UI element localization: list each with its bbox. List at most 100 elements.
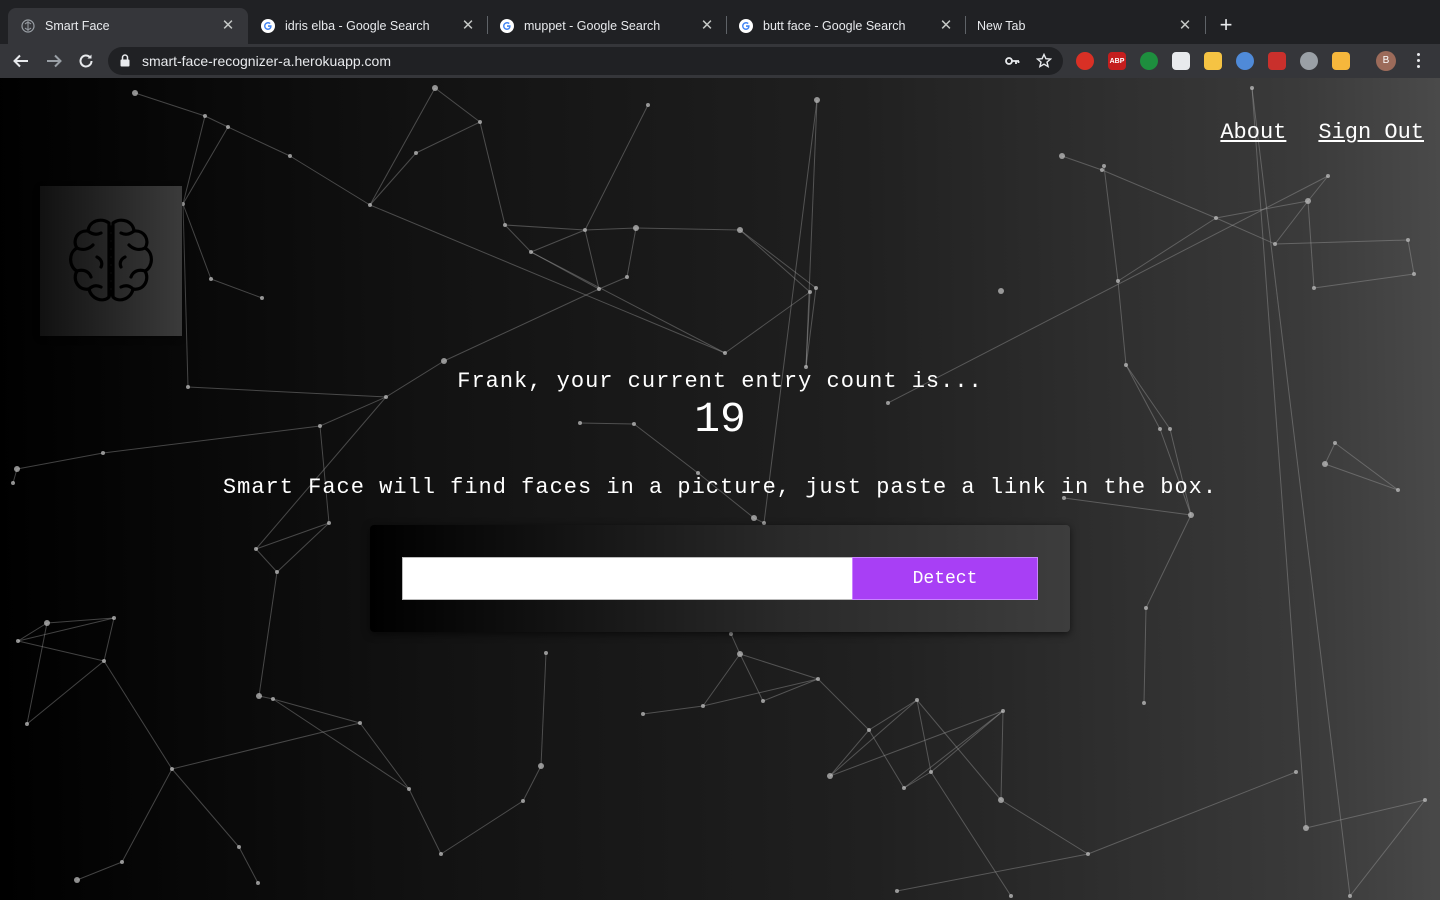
network-edge bbox=[182, 126, 229, 205]
network-node bbox=[209, 277, 213, 281]
network-node bbox=[521, 799, 525, 803]
network-edge bbox=[1101, 169, 1217, 219]
network-edge bbox=[369, 152, 417, 206]
stack-extension-icon[interactable] bbox=[1204, 52, 1222, 70]
tab-butt-face[interactable]: butt face - Google Search ✕ bbox=[726, 8, 966, 44]
network-edge bbox=[1143, 607, 1147, 704]
network-edge bbox=[76, 861, 123, 881]
bookmark-star-icon[interactable] bbox=[1035, 52, 1053, 70]
network-edge bbox=[272, 698, 361, 724]
key-icon[interactable] bbox=[1003, 52, 1021, 70]
network-edge bbox=[626, 227, 637, 278]
close-tab-icon[interactable]: ✕ bbox=[460, 18, 476, 34]
network-edge bbox=[182, 203, 189, 388]
network-node bbox=[358, 721, 362, 725]
network-node bbox=[729, 632, 733, 636]
network-edge bbox=[584, 227, 637, 231]
network-edge bbox=[642, 705, 704, 715]
network-edge bbox=[1000, 710, 1004, 801]
tab-idris-elba[interactable]: idris elba - Google Search ✕ bbox=[248, 8, 488, 44]
network-node bbox=[1423, 798, 1427, 802]
reload-icon bbox=[79, 54, 93, 68]
brain-logo[interactable] bbox=[40, 186, 182, 336]
network-node bbox=[368, 203, 372, 207]
smart-face-favicon bbox=[20, 18, 36, 34]
network-edge bbox=[730, 633, 741, 655]
forward-arrow-icon bbox=[47, 54, 62, 68]
network-node bbox=[1406, 238, 1410, 242]
instruction-text: Smart Face will find faces in a picture,… bbox=[222, 475, 1218, 500]
network-edge bbox=[739, 653, 764, 702]
forward-button[interactable] bbox=[42, 49, 66, 73]
network-node bbox=[132, 90, 138, 96]
about-link[interactable]: About bbox=[1220, 120, 1286, 145]
back-button[interactable] bbox=[9, 49, 33, 73]
profile-avatar[interactable]: B bbox=[1376, 51, 1396, 71]
tab-title: idris elba - Google Search bbox=[285, 19, 430, 33]
tab-muppet[interactable]: muppet - Google Search ✕ bbox=[487, 8, 727, 44]
tab-new-tab[interactable]: New Tab ✕ bbox=[965, 8, 1205, 44]
blue-circle-extension-icon[interactable] bbox=[1236, 52, 1254, 70]
network-node bbox=[414, 151, 418, 155]
network-node bbox=[998, 797, 1004, 803]
network-node bbox=[237, 845, 241, 849]
network-node bbox=[1312, 286, 1316, 290]
network-edge bbox=[1307, 175, 1329, 202]
network-node bbox=[1273, 242, 1277, 246]
new-tab-button[interactable]: + bbox=[1213, 13, 1239, 39]
tab-smart-face[interactable]: Smart Face ✕ bbox=[8, 8, 248, 44]
network-node bbox=[25, 722, 29, 726]
network-edge bbox=[530, 229, 586, 253]
network-edge bbox=[1145, 514, 1192, 609]
network-node bbox=[1102, 164, 1106, 168]
network-edge bbox=[724, 291, 811, 354]
red-shield-extension-icon[interactable] bbox=[1076, 52, 1094, 70]
detect-button[interactable]: Detect bbox=[852, 557, 1038, 600]
browser-menu-icon[interactable] bbox=[1410, 50, 1426, 72]
network-edge bbox=[171, 768, 240, 848]
app-page: About Sign Out Frank, your current entry… bbox=[0, 78, 1440, 900]
network-node bbox=[1348, 894, 1352, 898]
close-tab-icon[interactable]: ✕ bbox=[938, 18, 954, 34]
network-node bbox=[538, 763, 544, 769]
adblock-plus-icon[interactable]: ABP bbox=[1108, 52, 1126, 70]
red-gear-extension-icon[interactable] bbox=[1268, 52, 1286, 70]
network-node bbox=[737, 227, 743, 233]
target-extension-icon[interactable] bbox=[1300, 52, 1318, 70]
sign-out-link[interactable]: Sign Out bbox=[1318, 120, 1424, 145]
reload-button[interactable] bbox=[74, 49, 98, 73]
network-edge bbox=[258, 571, 278, 697]
network-node bbox=[203, 114, 207, 118]
green-leaf-extension-icon[interactable] bbox=[1140, 52, 1158, 70]
entry-count-greeting: Frank, your current entry count is... bbox=[457, 369, 983, 394]
network-edge bbox=[103, 617, 115, 662]
network-edge bbox=[272, 698, 410, 790]
network-node bbox=[16, 639, 20, 643]
network-edge bbox=[182, 115, 206, 205]
image-url-input[interactable] bbox=[402, 557, 853, 600]
tab-strip: Smart Face ✕ idris elba - Google Search … bbox=[0, 0, 1440, 44]
network-edge bbox=[702, 678, 819, 707]
close-tab-icon[interactable]: ✕ bbox=[699, 18, 715, 34]
network-node bbox=[1142, 701, 1146, 705]
network-node bbox=[1124, 363, 1128, 367]
network-node bbox=[1250, 86, 1254, 90]
network-edge bbox=[1349, 799, 1426, 897]
network-edge bbox=[1117, 280, 1127, 366]
network-edge bbox=[1313, 273, 1415, 289]
yellow-square-extension-icon[interactable] bbox=[1332, 52, 1350, 70]
network-node bbox=[583, 228, 587, 232]
network-node bbox=[256, 881, 260, 885]
network-node bbox=[1303, 825, 1309, 831]
address-bar[interactable]: smart-face-recognizer-a.herokuapp.com bbox=[108, 47, 1063, 75]
close-tab-icon[interactable]: ✕ bbox=[220, 18, 236, 34]
red-box-extension-icon[interactable] bbox=[1172, 52, 1190, 70]
network-node bbox=[625, 275, 629, 279]
network-edge bbox=[1000, 799, 1089, 855]
close-tab-icon[interactable]: ✕ bbox=[1177, 18, 1193, 34]
network-edge bbox=[817, 678, 870, 731]
network-node bbox=[737, 651, 743, 657]
network-edge bbox=[16, 452, 104, 470]
network-edge bbox=[276, 522, 330, 573]
network-node bbox=[915, 698, 919, 702]
